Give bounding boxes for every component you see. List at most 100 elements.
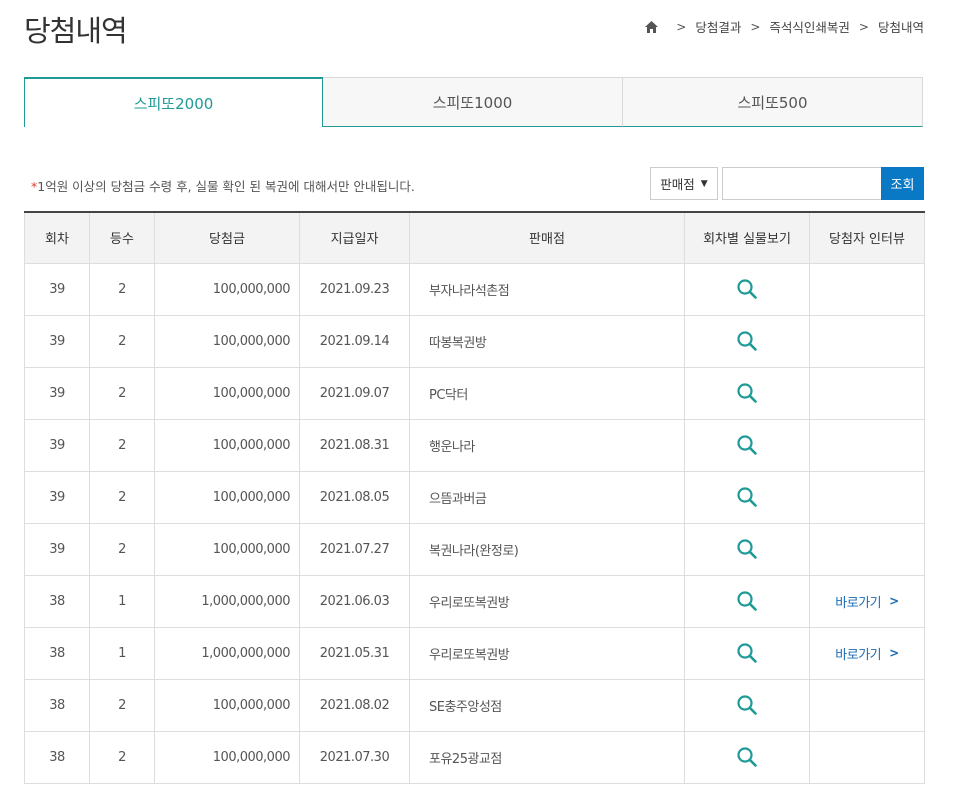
cell-view: [684, 678, 810, 732]
cell-date: 2021.09.14: [299, 314, 410, 368]
interview-link[interactable]: 바로가기 >: [835, 592, 899, 611]
notice-text: *1억원 이상의 당첨금 수령 후, 실물 확인 된 복권에 대해서만 안내됩니…: [31, 176, 415, 195]
header-view: 회차별 실물보기: [684, 211, 810, 264]
cell-view: [684, 262, 810, 316]
magnifier-icon[interactable]: [736, 434, 758, 456]
cell-view: [684, 626, 810, 680]
cell-date: 2021.06.03: [299, 574, 410, 628]
cell-rank: 2: [89, 418, 155, 472]
cell-store: 복권나라(완정로): [409, 522, 685, 576]
table-row: 38 2 100,000,000 2021.07.30 포유25광교점: [24, 730, 925, 784]
cell-amount: 100,000,000: [154, 730, 300, 784]
cell-view: [684, 470, 810, 524]
search-button[interactable]: 조회: [881, 167, 924, 200]
cell-date: 2021.08.02: [299, 678, 410, 732]
cell-store: 포유25광교점: [409, 730, 685, 784]
winners-table: 회차 등수 당첨금 지급일자 판매점 회차별 실물보기 당첨자 인터뷰 39 2 1…: [24, 211, 925, 784]
cell-view: [684, 574, 810, 628]
cell-date: 2021.09.07: [299, 366, 410, 420]
cell-round: 39: [24, 418, 90, 472]
cell-round: 38: [24, 730, 90, 784]
cell-rank: 2: [89, 730, 155, 784]
tab-speetto-1000[interactable]: 스피또1000: [323, 77, 623, 127]
magnifier-icon[interactable]: [736, 642, 758, 664]
breadcrumb-item-current: 당첨내역: [877, 20, 924, 35]
magnifier-icon[interactable]: [736, 486, 758, 508]
cell-rank: 2: [89, 262, 155, 316]
cell-amount: 1,000,000,000: [154, 574, 300, 628]
cell-rank: 1: [89, 574, 155, 628]
cell-round: 38: [24, 574, 90, 628]
cell-interview: [809, 366, 925, 420]
magnifier-icon[interactable]: [736, 590, 758, 612]
cell-view: [684, 522, 810, 576]
header-round: 회차: [24, 211, 90, 264]
tab-speetto-500[interactable]: 스피또500: [623, 77, 923, 127]
cell-rank: 2: [89, 678, 155, 732]
table-row: 39 2 100,000,000 2021.07.27 복권나라(완정로): [24, 522, 925, 576]
cell-rank: 2: [89, 366, 155, 420]
cell-round: 39: [24, 262, 90, 316]
search-type-label: 판매점: [660, 177, 695, 192]
cell-round: 38: [24, 626, 90, 680]
cell-interview: 바로가기 >: [809, 574, 925, 628]
search-type-select[interactable]: 판매점 ▼: [650, 167, 718, 200]
table-row: 38 2 100,000,000 2021.08.02 SE충주앙성점: [24, 678, 925, 732]
header-store: 판매점: [409, 211, 685, 264]
interview-link-label: 바로가기: [835, 595, 882, 611]
cell-rank: 1: [89, 626, 155, 680]
home-icon[interactable]: [645, 20, 659, 34]
table-row: 38 1 1,000,000,000 2021.05.31 우리로또복권방 바로가기 >: [24, 626, 925, 680]
cell-view: [684, 314, 810, 368]
cell-round: 39: [24, 522, 90, 576]
breadcrumb-item-results[interactable]: 당첨결과: [695, 17, 741, 36]
caret-down-icon: ▼: [700, 178, 708, 189]
cell-date: 2021.09.23: [299, 262, 410, 316]
table-row: 39 2 100,000,000 2021.09.07 PC닥터: [24, 366, 925, 420]
magnifier-icon[interactable]: [736, 694, 758, 716]
cell-interview: [809, 314, 925, 368]
cell-interview: [809, 418, 925, 472]
cell-date: 2021.05.31: [299, 626, 410, 680]
cell-amount: 100,000,000: [154, 470, 300, 524]
cell-date: 2021.08.31: [299, 418, 410, 472]
table-row: 39 2 100,000,000 2021.09.14 따봉복권방: [24, 314, 925, 368]
table-row: 39 2 100,000,000 2021.08.05 으뜸과버금: [24, 470, 925, 524]
breadcrumb-separator: >: [676, 19, 687, 34]
cell-amount: 100,000,000: [154, 262, 300, 316]
cell-rank: 2: [89, 314, 155, 368]
interview-link-label: 바로가기: [835, 647, 882, 663]
cell-amount: 1,000,000,000: [154, 626, 300, 680]
cell-amount: 100,000,000: [154, 314, 300, 368]
table-row: 39 2 100,000,000 2021.08.31 행운나라: [24, 418, 925, 472]
search-input[interactable]: [722, 167, 881, 200]
chevron-right-icon: >: [889, 646, 899, 660]
cell-date: 2021.07.27: [299, 522, 410, 576]
cell-store: PC닥터: [409, 366, 685, 420]
table-row: 39 2 100,000,000 2021.09.23 부자나라석촌점: [24, 262, 925, 316]
cell-date: 2021.07.30: [299, 730, 410, 784]
magnifier-icon[interactable]: [736, 330, 758, 352]
magnifier-icon[interactable]: [736, 382, 758, 404]
header-rank: 등수: [89, 211, 155, 264]
breadcrumb-item-instant-lottery[interactable]: 즉석식인쇄복권: [769, 17, 850, 36]
header-date: 지급일자: [299, 211, 410, 264]
breadcrumb: > 당첨결과 > 즉석식인쇄복권 > 당첨내역: [645, 17, 924, 36]
tab-speetto-2000[interactable]: 스피또2000: [24, 77, 323, 127]
table-header-row: 회차 등수 당첨금 지급일자 판매점 회차별 실물보기 당첨자 인터뷰: [24, 211, 925, 264]
magnifier-icon[interactable]: [736, 278, 758, 300]
magnifier-icon[interactable]: [736, 538, 758, 560]
cell-date: 2021.08.05: [299, 470, 410, 524]
notice-message: 1억원 이상의 당첨금 수령 후, 실물 확인 된 복권에 대해서만 안내됩니다…: [37, 179, 415, 194]
chevron-right-icon: >: [889, 594, 899, 608]
header-amount: 당첨금: [154, 211, 300, 264]
magnifier-icon[interactable]: [736, 746, 758, 768]
breadcrumb-separator: >: [750, 19, 761, 34]
cell-view: [684, 366, 810, 420]
cell-interview: [809, 522, 925, 576]
breadcrumb-separator: >: [858, 19, 869, 34]
header-interview: 당첨자 인터뷰: [809, 211, 925, 264]
cell-interview: [809, 678, 925, 732]
interview-link[interactable]: 바로가기 >: [835, 644, 899, 663]
cell-store: 으뜸과버금: [409, 470, 685, 524]
